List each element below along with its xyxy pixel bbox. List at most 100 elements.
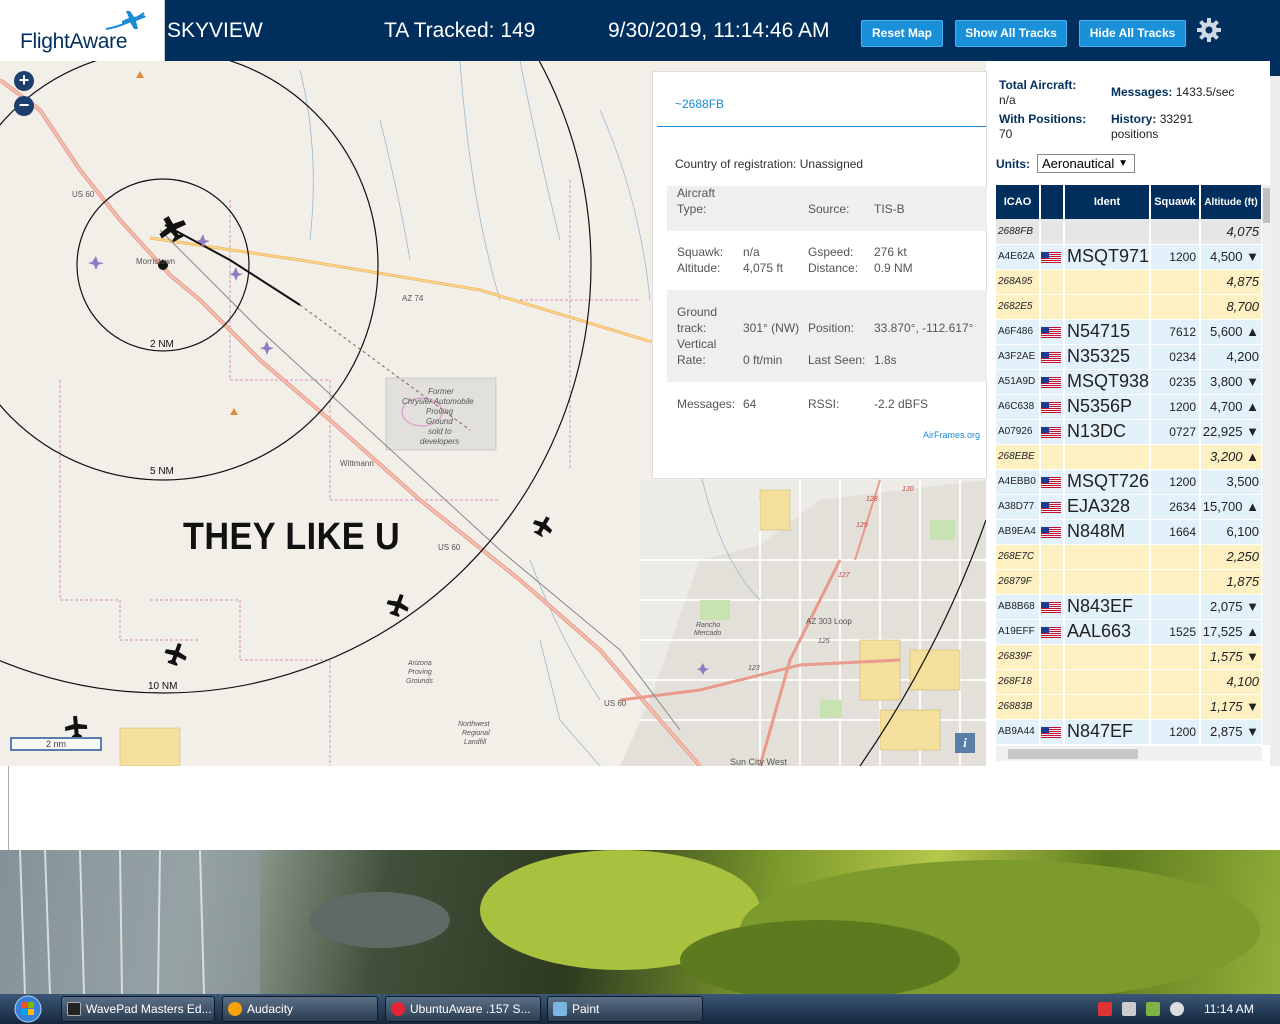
altitude-cell: 3,800 ▼ xyxy=(1200,369,1262,395)
window-edge-scroll xyxy=(1270,76,1280,766)
table-row[interactable]: 26883B 1,175 ▼ xyxy=(996,694,1262,720)
altitude-cell: 4,875 xyxy=(1200,269,1262,295)
airframes-link[interactable]: AirFrames.org xyxy=(923,430,980,440)
us-flag-icon xyxy=(1041,251,1061,263)
country-label: Country of registration: xyxy=(675,157,797,171)
table-row[interactable]: A3F2AE N35325 0234 4,200 xyxy=(996,344,1262,370)
table-row[interactable]: A4E62A MSQT971 1200 4,500 ▼ xyxy=(996,244,1262,270)
table-row[interactable]: A38D77 EJA328 2634 15,700 ▲ xyxy=(996,494,1262,520)
history-unit: positions xyxy=(1111,127,1159,141)
show-all-tracks-button[interactable]: Show All Tracks xyxy=(955,20,1067,47)
table-row[interactable]: 268F18 4,100 xyxy=(996,669,1262,695)
reset-map-button[interactable]: Reset Map xyxy=(861,20,943,47)
flag-cell xyxy=(1040,369,1065,395)
column-header-ident[interactable]: Ident xyxy=(1064,185,1151,219)
table-horizontal-scrollbar-thumb[interactable] xyxy=(1008,749,1138,759)
volume-muted-icon[interactable] xyxy=(1098,1002,1112,1016)
table-row[interactable]: A6F486 N54715 7612 5,600 ▲ xyxy=(996,319,1262,345)
selected-aircraft-id[interactable]: ~2688FB xyxy=(675,97,724,111)
ident-cell xyxy=(1064,694,1151,720)
map-info-button[interactable]: i xyxy=(955,733,975,753)
flag-cell xyxy=(1040,319,1065,345)
table-row[interactable]: 268A95 4,875 xyxy=(996,269,1262,295)
start-button[interactable] xyxy=(6,994,46,1024)
us-flag-icon xyxy=(1041,626,1061,638)
taskbar-clock[interactable]: 11:14 AM xyxy=(1204,1002,1254,1016)
zoom-in-button[interactable]: + xyxy=(14,71,34,91)
icao-cell: A4E62A xyxy=(996,244,1041,270)
table-row[interactable]: A19EFF AAL663 1525 17,525 ▲ xyxy=(996,619,1262,645)
ident-cell xyxy=(1064,269,1151,295)
squawk-value: n/a xyxy=(743,245,760,259)
place-label-fp-1: Former xyxy=(428,387,454,396)
table-row[interactable]: A4EBB0 MSQT726 1200 3,500 xyxy=(996,469,1262,495)
hide-all-tracks-button[interactable]: Hide All Tracks xyxy=(1079,20,1186,47)
app-tray-icon[interactable] xyxy=(1146,1002,1160,1016)
flag-cell xyxy=(1040,744,1065,745)
table-row[interactable]: A51A9D MSQT938 0235 3,800 ▼ xyxy=(996,369,1262,395)
column-header-squawk[interactable]: Squawk xyxy=(1150,185,1201,219)
ident-cell: DAL1151 xyxy=(1064,744,1151,745)
taskbar-item-paint[interactable]: Paint xyxy=(547,996,703,1022)
taskbar-item-opera[interactable]: UbuntuAware .157 S... xyxy=(385,996,541,1022)
table-row[interactable]: 26879F 1,875 xyxy=(996,569,1262,595)
table-row[interactable]: AB8B68 N843EF 2,075 ▼ xyxy=(996,594,1262,620)
road-label-125: 125 xyxy=(818,638,830,645)
ident-cell xyxy=(1064,219,1151,245)
table-row[interactable]: 2688FB 4,075 xyxy=(996,219,1262,245)
table-row[interactable]: 268E7C 2,250 xyxy=(996,544,1262,570)
squawk-cell: 1200 xyxy=(1150,469,1201,495)
table-row[interactable]: AC4D1A DAL1151326234,000 xyxy=(996,744,1262,745)
taskbar-item-audacity[interactable]: Audacity xyxy=(222,996,378,1022)
history-label: History: xyxy=(1111,112,1157,126)
altitude-cell: 1,575 ▼ xyxy=(1200,644,1262,670)
town-label-wittmann: Wittmann xyxy=(340,459,374,468)
column-header-altitude[interactable]: Altitude (ft) xyxy=(1200,185,1262,219)
place-label-fp-5: sold to xyxy=(428,427,452,436)
altitude-cell: 6,100 xyxy=(1200,519,1262,545)
taskbar-item-label: Audacity xyxy=(247,1002,294,1016)
altitude-cell: 4,700 ▲ xyxy=(1200,394,1262,420)
units-select[interactable]: Aeronautical ▼ xyxy=(1037,154,1135,173)
rssi-value: -2.2 dBFS xyxy=(874,397,929,411)
taskbar-item-label: Paint xyxy=(572,1002,600,1016)
network-icon[interactable] xyxy=(1122,1002,1136,1016)
aircraft-table: ICAO Ident Squawk Altitude (ft) 2688FB 4,… xyxy=(996,185,1262,745)
table-vertical-scrollbar[interactable] xyxy=(1262,185,1271,745)
rssi-label: RSSI: xyxy=(808,397,840,411)
squawk-cell xyxy=(1150,294,1201,320)
aircraft-type-label-2: Type: xyxy=(677,202,707,216)
squawk-cell: 1525 xyxy=(1150,619,1201,645)
gear-icon[interactable] xyxy=(1196,17,1222,43)
wallpaper-waterfall-image xyxy=(0,850,1260,994)
column-header-icao[interactable]: ICAO xyxy=(996,185,1041,219)
ident-cell xyxy=(1064,569,1151,595)
altitude-cell: 15,700 ▲ xyxy=(1200,494,1262,520)
table-row[interactable]: 2682E5 8,700 xyxy=(996,294,1262,320)
ident-cell xyxy=(1064,669,1151,695)
table-row[interactable]: A6C638 N5356P 1200 4,700 ▲ xyxy=(996,394,1262,420)
us-flag-icon xyxy=(1041,401,1061,413)
table-row[interactable]: 26839F 1,575 ▼ xyxy=(996,644,1262,670)
zoom-out-button[interactable]: − xyxy=(14,96,34,116)
taskbar-item-wavepad[interactable]: WavePad Masters Ed... xyxy=(61,996,215,1022)
ident-cell: MSQT938 xyxy=(1064,369,1151,395)
icao-cell: A6C638 xyxy=(996,394,1041,420)
table-row[interactable]: AB9A44 N847EF 1200 2,875 ▼ xyxy=(996,719,1262,745)
flag-cell xyxy=(1040,669,1065,695)
table-row[interactable]: 268EBE 3,200 ▲ xyxy=(996,444,1262,470)
squawk-cell xyxy=(1150,544,1201,570)
table-vertical-scrollbar-thumb[interactable] xyxy=(1263,188,1270,223)
table-row[interactable]: AB9EA4 N848M 1664 6,100 xyxy=(996,519,1262,545)
speaker-icon[interactable] xyxy=(1170,1002,1184,1016)
column-header-flag[interactable] xyxy=(1040,185,1065,219)
flightaware-logo[interactable]: FlightAware xyxy=(0,0,165,61)
history-value: 33291 xyxy=(1159,112,1194,126)
flag-cell xyxy=(1040,419,1065,445)
road-label-128: 128 xyxy=(866,496,878,503)
flag-cell xyxy=(1040,469,1065,495)
altitude-cell: 3,500 xyxy=(1200,469,1262,495)
table-row[interactable]: A07926 N13DC 0727 22,925 ▼ xyxy=(996,419,1262,445)
icao-cell: A38D77 xyxy=(996,494,1041,520)
altitude-cell: 2,075 ▼ xyxy=(1200,594,1262,620)
